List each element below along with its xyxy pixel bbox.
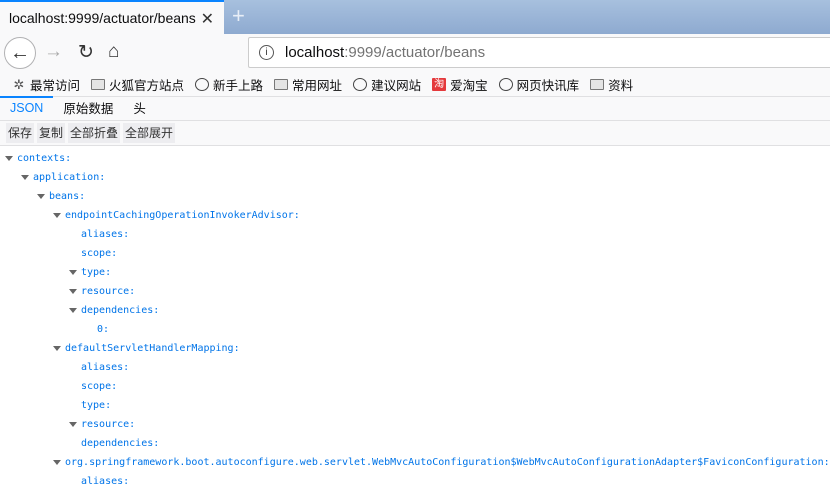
nav-bar: ← → ↻ ⌂ i localhost:9999/actuator/beans (0, 34, 830, 72)
bookmark-label: 新手上路 (213, 78, 264, 93)
home-button[interactable]: ⌂ (108, 41, 119, 63)
tree-row[interactable]: endpointCachingOperationInvokerAdvisor: (0, 206, 830, 225)
viewer-tabs: JSON 原始数据头 (0, 96, 830, 121)
taobao-icon: 淘 (432, 77, 447, 91)
folder-icon (590, 78, 605, 90)
tree-row[interactable]: scope: (0, 377, 830, 396)
tree-key: defaultServletHandlerMapping: (65, 343, 240, 354)
expand-toggle-icon[interactable] (69, 289, 77, 294)
globe-icon (195, 77, 210, 91)
forward-button[interactable]: → (44, 41, 63, 63)
expand-toggle-icon[interactable] (69, 270, 77, 275)
json-tree: contexts: application: beans: endpointCachi… (0, 146, 830, 491)
tree-key: scope: (81, 381, 118, 392)
toolbar-button[interactable]: 全部折叠 (68, 123, 121, 143)
close-tab-icon[interactable]: ✕ (201, 9, 214, 29)
tree-row[interactable]: contexts: (0, 149, 830, 168)
bookmark-item[interactable]: 常用网址 (274, 75, 342, 94)
tree-row[interactable]: type: (0, 396, 830, 415)
tree-key: type: (81, 400, 112, 411)
bookmark-item[interactable]: ✲ 最常访问 (12, 75, 80, 94)
expand-toggle-icon[interactable] (53, 346, 61, 351)
expand-toggle-icon[interactable] (69, 422, 77, 427)
bookmark-item[interactable]: 网页快讯库 (498, 75, 580, 94)
expand-toggle-icon[interactable] (53, 213, 61, 218)
tree-key: aliases: (81, 362, 130, 373)
toolbar-button[interactable]: 保存 (6, 123, 35, 143)
url-host: localhost (285, 44, 345, 61)
bookmark-item[interactable]: 新手上路 (195, 75, 263, 94)
back-button[interactable]: ← (4, 37, 36, 69)
tree-key: dependencies: (81, 305, 160, 316)
tree-row[interactable]: defaultServletHandlerMapping: (0, 339, 830, 358)
tree-row[interactable]: resource: (0, 415, 830, 434)
folder-icon (91, 78, 106, 90)
tree-row[interactable]: beans: (0, 187, 830, 206)
tree-row[interactable]: dependencies: (0, 434, 830, 453)
bookmark-label: 最常访问 (30, 78, 81, 93)
tree-key: aliases: (81, 476, 130, 487)
folder-icon (274, 78, 289, 90)
info-icon[interactable]: i (259, 45, 274, 60)
reload-button[interactable]: ↻ (78, 41, 94, 64)
tree-key: application: (33, 172, 106, 183)
viewer-tab[interactable]: JSON (0, 96, 54, 120)
tree-key: aliases: (81, 229, 130, 240)
tree-key: resource: (81, 286, 136, 297)
new-tab-button[interactable]: + (232, 3, 245, 29)
toolbar-button[interactable]: 全部展开 (123, 123, 176, 143)
tree-row[interactable]: 0: (0, 320, 830, 339)
bookmark-label: 爱淘宝 (450, 78, 488, 93)
expand-toggle-icon[interactable] (5, 156, 13, 161)
browser-tab[interactable]: localhost:9999/actuator/beans ✕ (0, 0, 224, 34)
tree-key: type: (81, 267, 112, 278)
tree-row[interactable]: dependencies: (0, 301, 830, 320)
gear-icon: ✲ (13, 76, 25, 92)
tree-row[interactable]: type: (0, 263, 830, 282)
globe-icon (498, 77, 513, 91)
tree-row[interactable]: resource: (0, 282, 830, 301)
tree-key: beans: (49, 191, 86, 202)
json-toolbar: 保存 复制 全部折叠 全部展开 (0, 121, 830, 146)
tree-row[interactable]: scope: (0, 244, 830, 263)
url-bar[interactable]: i localhost:9999/actuator/beans (248, 37, 830, 68)
expand-toggle-icon[interactable] (21, 175, 29, 180)
bookmark-label: 网页快讯库 (516, 78, 580, 93)
tree-row[interactable]: aliases: (0, 472, 830, 491)
tree-key: resource: (81, 419, 136, 430)
bookmark-item[interactable]: 建议网站 (353, 75, 421, 94)
url-path: :9999/actuator/beans (344, 44, 486, 61)
tree-row[interactable]: application: (0, 168, 830, 187)
bookmark-label: 常用网址 (292, 78, 343, 93)
tree-row[interactable]: org.springframework.boot.autoconfigure.w… (0, 453, 830, 472)
bookmark-item[interactable]: 淘爱淘宝 (432, 75, 488, 94)
tree-key: endpointCachingOperationInvokerAdvisor: (65, 210, 300, 221)
viewer-tab[interactable]: 原始数据 (53, 97, 123, 120)
toolbar-button[interactable]: 复制 (37, 123, 66, 143)
tree-key: dependencies: (81, 438, 160, 449)
tree-key: contexts: (17, 153, 72, 164)
tab-title: localhost:9999/actuator/beans (9, 10, 196, 26)
viewer-tab[interactable]: 头 (123, 97, 156, 120)
tab-bar: localhost:9999/actuator/beans ✕ + (0, 0, 830, 34)
bookmark-item[interactable]: 资料 (590, 75, 633, 94)
bookmark-label: 建议网站 (371, 78, 422, 93)
tree-key: 0: (97, 324, 110, 335)
globe-icon (353, 77, 368, 91)
bookmark-item[interactable]: 火狐官方站点 (91, 75, 184, 94)
tree-row[interactable]: aliases: (0, 358, 830, 377)
expand-toggle-icon[interactable] (69, 308, 77, 313)
bookmark-label: 资料 (608, 78, 634, 93)
bookmarks-bar: ✲ 最常访问 火狐官方站点 新手上路 常用网址 建议网站淘爱淘宝 网页快讯库 资料 (0, 72, 830, 96)
expand-toggle-icon[interactable] (37, 194, 45, 199)
expand-toggle-icon[interactable] (53, 460, 61, 465)
tree-key: org.springframework.boot.autoconfigure.w… (65, 457, 830, 468)
tree-key: scope: (81, 248, 118, 259)
bookmark-label: 火狐官方站点 (109, 78, 185, 93)
tree-row[interactable]: aliases: (0, 225, 830, 244)
